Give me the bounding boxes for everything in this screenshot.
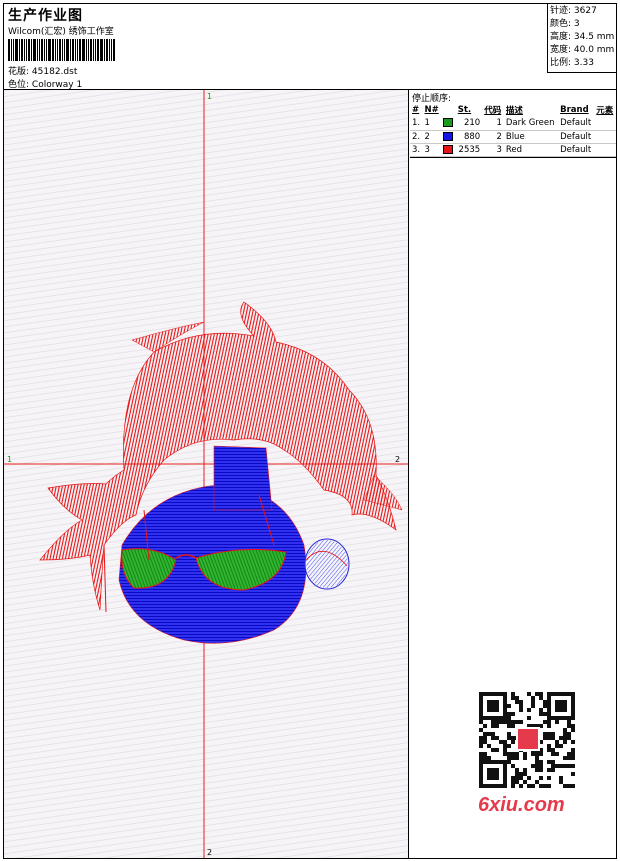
stop-cell-code: 3 xyxy=(482,143,504,157)
stop-cell-element xyxy=(594,117,616,131)
stop-cell-brand: Default xyxy=(558,117,595,131)
axis-label-top: 1 xyxy=(207,92,212,101)
stop-cell-index: 2. xyxy=(410,130,423,144)
stop-row: 1. 1 210 1 Dark Green Default xyxy=(410,117,616,131)
col-brand: Brand xyxy=(560,105,589,115)
stop-row: 2. 2 880 2 Blue Default xyxy=(410,130,616,144)
stop-cell-stitches: 2535 xyxy=(455,143,483,157)
col-n: N# xyxy=(424,105,439,115)
stop-sequence-table: # N# St. 代码 描述 Brand 元素 1. 1 210 1 Dark Gree… xyxy=(410,103,616,157)
stop-cell-chip xyxy=(441,117,456,131)
axis-label-bottom: 2 xyxy=(207,848,212,857)
side-ball xyxy=(304,538,350,590)
studio-name: Wilcom(汇宏) 绣饰工作室 xyxy=(8,27,114,37)
watermark-logo: 6xiu.com xyxy=(478,794,565,816)
sheet-header: 生产作业图 Wilcom(汇宏) 绣饰工作室 花版: 45182.dst 色位:… xyxy=(4,4,616,90)
stop-cell-n: 2 xyxy=(422,130,442,144)
stop-cell-stitches: 880 xyxy=(455,130,483,144)
color-swatch xyxy=(443,118,454,128)
stop-cell-element xyxy=(594,143,616,157)
stop-cell-brand: Default xyxy=(558,130,595,144)
stop-cell-code: 2 xyxy=(482,130,504,144)
stop-cell-element xyxy=(594,130,616,144)
axis-label-right: 2 xyxy=(395,455,400,464)
stop-cell-n: 3 xyxy=(422,143,442,157)
stat-height: 高度: 34.5 mm xyxy=(550,32,615,42)
stop-cell-code: 1 xyxy=(482,117,504,131)
color-swatch xyxy=(443,144,454,154)
colorway-line: 色位: Colorway 1 xyxy=(8,77,82,90)
qr-code-image xyxy=(475,688,579,792)
production-sheet: 生产作业图 Wilcom(汇宏) 绣饰工作室 花版: 45182.dst 色位:… xyxy=(3,3,617,859)
design-file-line: 花版: 45182.dst xyxy=(8,64,77,77)
stop-cell-chip xyxy=(441,143,456,157)
col-stitches: St. xyxy=(457,105,472,115)
barcode xyxy=(8,39,124,61)
design-stats: 针迹: 3627 颜色: 3 高度: 34.5 mm 宽度: 40.0 mm 比… xyxy=(547,4,616,73)
col-description: 描述 xyxy=(505,106,523,116)
sheet-title: 生产作业图 xyxy=(8,8,83,24)
design-canvas[interactable]: 1 1 2 2 xyxy=(4,90,409,858)
design-file-name: 45182.dst xyxy=(31,67,78,77)
stop-cell-stitches: 210 xyxy=(455,117,483,131)
stop-row: 3. 3 2535 3 Red Default xyxy=(410,143,616,157)
col-index: # xyxy=(412,105,420,115)
colorway-value: Colorway 1 xyxy=(31,80,83,90)
stop-cell-n: 1 xyxy=(422,117,442,131)
stop-table-header: # N# St. 代码 描述 Brand 元素 xyxy=(410,103,616,117)
color-swatch xyxy=(443,131,454,141)
stat-colors: 颜色: 3 xyxy=(550,19,580,29)
col-color xyxy=(441,103,455,117)
panel-divider xyxy=(410,157,616,158)
design-file-label: 花版: xyxy=(8,67,30,77)
col-element: 元素 xyxy=(596,106,614,116)
colorway-label: 色位: xyxy=(8,80,30,90)
stat-width: 宽度: 40.0 mm xyxy=(550,45,615,55)
stop-cell-chip xyxy=(441,130,456,144)
stop-cell-desc: Red xyxy=(503,143,559,157)
stop-cell-desc: Dark Green xyxy=(503,117,559,131)
stop-cell-brand: Default xyxy=(558,143,595,157)
axis-label-left: 1 xyxy=(7,455,12,464)
stat-scale: 比例: 3.33 xyxy=(550,58,594,68)
stop-cell-index: 1. xyxy=(410,117,423,131)
col-code: 代码 xyxy=(484,106,502,116)
stat-stitches: 针迹: 3627 xyxy=(550,6,597,16)
stop-cell-index: 3. xyxy=(410,143,423,157)
stop-cell-desc: Blue xyxy=(503,130,559,144)
embroidery-preview: 1 1 2 2 xyxy=(4,90,408,858)
